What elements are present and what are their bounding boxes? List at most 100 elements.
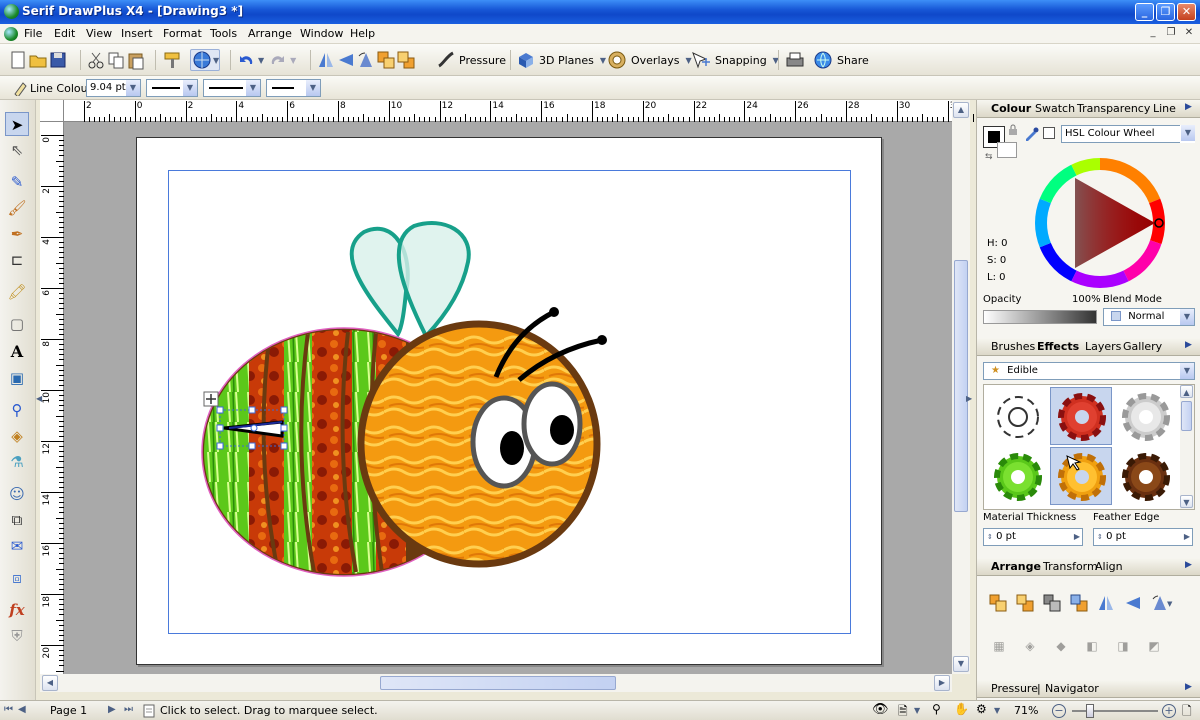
3d-planes-icon[interactable] [516, 50, 536, 70]
web-dropdown-icon[interactable]: ▼ [213, 56, 219, 65]
exclude-icon[interactable]: ◩ [1144, 636, 1164, 656]
group-icon[interactable]: ▦ [989, 636, 1009, 656]
close-button[interactable]: ✕ [1177, 3, 1196, 21]
cut-icon[interactable] [86, 50, 106, 70]
shield-tool-icon[interactable]: ⛨ [5, 624, 29, 648]
tab-swatch[interactable]: Swatch [1035, 102, 1075, 115]
overlays-icon[interactable] [606, 50, 628, 70]
opacity-slider[interactable] [983, 310, 1097, 324]
dropper-tool-icon[interactable]: ⚲ [5, 398, 29, 422]
forward-one-icon[interactable] [1016, 594, 1034, 612]
line-join-dropdown-icon[interactable]: ▼ [306, 80, 320, 96]
effect-gear-red[interactable] [1050, 387, 1112, 445]
blend-mode-select[interactable]: Normal ▼ [1103, 308, 1195, 326]
doc-restore-icon[interactable]: ❐ [1164, 26, 1178, 40]
effect-gear-orange[interactable] [1050, 447, 1112, 505]
undo-icon[interactable] [236, 50, 258, 70]
feather-slider-icon[interactable]: ▶ [1184, 529, 1190, 545]
tab-layers[interactable]: Layers [1085, 340, 1121, 353]
line-width-dropdown-icon[interactable]: ▼ [126, 80, 140, 96]
material-spin-icon[interactable]: ⇕ [987, 533, 993, 541]
send-to-back-icon[interactable] [1070, 594, 1088, 612]
colour-mode-dropdown-icon[interactable]: ▼ [1181, 125, 1195, 141]
text-tool-icon[interactable]: A [5, 340, 29, 364]
zoom-slider[interactable] [1072, 710, 1158, 712]
save-icon[interactable] [48, 50, 68, 70]
prev-page-icon[interactable]: ◀ [18, 704, 26, 715]
line-swatch[interactable] [997, 142, 1017, 158]
subtract-icon[interactable]: ◨ [1113, 636, 1133, 656]
first-page-icon[interactable]: ⏮ [4, 704, 13, 715]
navigator-panel-menu-icon[interactable]: ▶ [1185, 682, 1197, 692]
pencil-tool-icon[interactable]: ✎ [5, 170, 29, 194]
menu-view[interactable]: View [86, 27, 112, 40]
rotate-icon[interactable] [356, 50, 376, 70]
tab-transform[interactable]: Transform [1043, 560, 1098, 573]
3d-planes-button[interactable]: 3D Planes [539, 54, 594, 67]
effects-scroll-down-icon[interactable]: ▼ [1180, 495, 1193, 508]
fill-tool-icon[interactable]: ◈ [5, 424, 29, 448]
next-page-icon[interactable]: ▶ [108, 704, 116, 715]
tab-align[interactable]: Align [1095, 560, 1123, 573]
envelope-tool-icon[interactable]: ✉ [5, 534, 29, 558]
effect-gear-outline[interactable] [986, 387, 1048, 445]
effects-category-select[interactable]: ★ Edible ▼ [983, 362, 1195, 380]
minimize-button[interactable]: _ [1135, 3, 1154, 21]
effect-gear-green[interactable] [986, 447, 1048, 505]
menu-tools[interactable]: Tools [210, 27, 237, 40]
bee-drawing[interactable] [64, 122, 952, 674]
fx-effects-icon[interactable]: fx [5, 598, 29, 622]
menu-window[interactable]: Window [300, 27, 343, 40]
effect-gear-silver[interactable] [1114, 387, 1176, 445]
zoom-options-dropdown-icon[interactable]: ▼ [994, 706, 1000, 715]
send-back-icon[interactable] [396, 50, 416, 70]
bring-to-front-icon[interactable] [989, 594, 1007, 612]
copy-icon[interactable] [106, 50, 126, 70]
colour-panel-menu-icon[interactable]: ▶ [1185, 102, 1197, 112]
line-cap-combo[interactable]: ▼ [203, 79, 261, 97]
tab-pressure[interactable]: Pressure [991, 682, 1038, 695]
rectangle-tool-icon[interactable]: ▢ [5, 312, 29, 336]
node-tool-icon[interactable]: ⇖ [5, 138, 29, 162]
swap-colours-icon[interactable]: ⇆ [985, 152, 995, 162]
fit-page-icon[interactable]: 🗋 [1182, 702, 1192, 720]
line-style-combo[interactable]: ▼ [146, 79, 198, 97]
feather-spin-icon[interactable]: ⇕ [1097, 533, 1103, 541]
snapping-icon[interactable] [690, 50, 712, 70]
maximize-button[interactable]: ❐ [1156, 3, 1175, 21]
menu-format[interactable]: Format [163, 27, 202, 40]
scroll-right-icon[interactable]: ▶ [934, 675, 950, 691]
open-folder-icon[interactable] [28, 50, 48, 70]
page-view-icon[interactable]: 🗎 [898, 702, 908, 720]
feather-edge-field[interactable]: ⇕ 0 pt ▶ [1093, 528, 1193, 546]
vertical-scroll-thumb[interactable] [954, 260, 968, 512]
blend-mode-dropdown-icon[interactable]: ▼ [1180, 309, 1194, 325]
overlays-button[interactable]: Overlays [631, 54, 680, 67]
material-slider-icon[interactable]: ▶ [1074, 529, 1080, 545]
pressure-button[interactable]: Pressure [459, 54, 506, 67]
scroll-down-icon[interactable]: ▼ [953, 656, 969, 672]
pressure-icon[interactable] [436, 50, 456, 70]
collapse-panel-icon[interactable]: ▶ [966, 394, 976, 406]
redo-icon[interactable] [268, 50, 290, 70]
new-document-icon[interactable] [8, 50, 28, 70]
move-handle-icon[interactable] [203, 391, 219, 407]
zoom-slider-thumb[interactable] [1086, 704, 1094, 718]
menu-file[interactable]: File [24, 27, 42, 40]
tab-transparency[interactable]: Transparency [1077, 102, 1150, 115]
collapse-toolbox-icon[interactable]: ◀ [36, 394, 42, 406]
ruler-corner[interactable] [40, 100, 64, 122]
tab-line[interactable]: Line [1153, 102, 1176, 115]
tab-arrange[interactable]: Arrange [991, 560, 1041, 573]
line-style-dropdown-icon[interactable]: ▼ [183, 80, 197, 96]
redo-dropdown-icon[interactable]: ▼ [290, 56, 296, 65]
bring-forward-icon[interactable] [376, 50, 396, 70]
arrange-flip-v-icon[interactable] [1124, 594, 1142, 612]
crop-tool-icon[interactable]: ⧉ [5, 508, 29, 532]
tab-gallery[interactable]: Gallery [1123, 340, 1162, 353]
hsl-colour-wheel[interactable] [1033, 156, 1167, 290]
line-join-combo[interactable]: ▼ [266, 79, 321, 97]
bee-wing-front[interactable] [396, 221, 471, 340]
page-view-dropdown-icon[interactable]: ▼ [914, 706, 920, 715]
zoom-tool-icon[interactable]: ⚲ [932, 702, 941, 716]
